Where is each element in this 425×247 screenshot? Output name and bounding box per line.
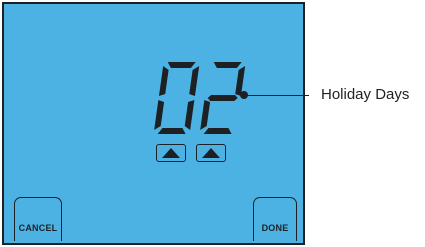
callout-label: Holiday Days xyxy=(321,86,410,103)
cancel-button[interactable]: CANCEL xyxy=(14,197,62,241)
up-triangle-icon xyxy=(162,148,180,158)
done-button[interactable]: DONE xyxy=(253,197,297,241)
thermostat-screen: CANCEL DONE xyxy=(2,2,305,245)
digit-2 xyxy=(200,62,246,134)
up-triangle-icon xyxy=(202,148,220,158)
digit-0 xyxy=(154,62,200,134)
increment-ones-button[interactable] xyxy=(196,144,226,162)
increment-tens-button[interactable] xyxy=(156,144,186,162)
seven-segment-digits xyxy=(154,62,246,134)
holiday-days-display xyxy=(152,60,246,136)
adjust-arrows xyxy=(156,144,226,162)
callout-line xyxy=(244,95,309,96)
